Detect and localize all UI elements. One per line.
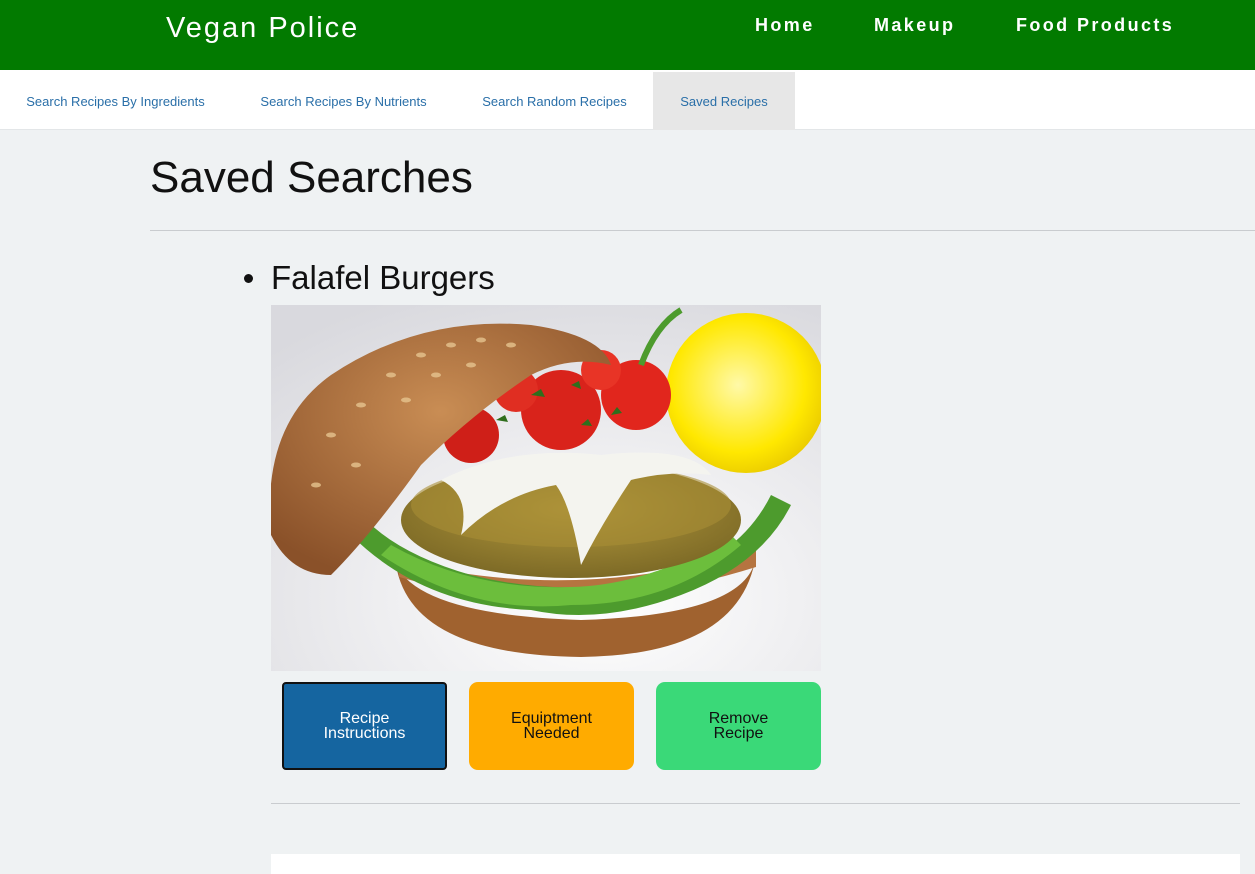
nav-home-link[interactable]: Home [755, 15, 815, 36]
page-title: Saved Searches [150, 153, 473, 202]
recipe-image [271, 305, 821, 671]
next-recipe-card [271, 854, 1240, 874]
brand-title[interactable]: Vegan Police [166, 12, 359, 45]
tab-search-by-nutrients[interactable]: Search Recipes By Nutrients [231, 72, 456, 130]
falafel-burger-illustration [271, 305, 821, 671]
equipment-needed-button[interactable]: Equiptment Needed [469, 682, 634, 770]
nav-makeup-link[interactable]: Makeup [874, 15, 955, 36]
recipe-divider [271, 803, 1240, 804]
nav-food-products-link[interactable]: Food Products [1016, 15, 1174, 36]
list-bullet [244, 274, 253, 283]
recipe-subnav: Search Recipes By Ingredients Search Rec… [0, 70, 1255, 130]
tab-saved-recipes[interactable]: Saved Recipes [653, 72, 795, 130]
title-divider [150, 230, 1255, 231]
tab-search-by-ingredients[interactable]: Search Recipes By Ingredients [0, 72, 231, 130]
recipe-instructions-button[interactable]: Recipe Instructions [282, 682, 447, 770]
recipe-title: Falafel Burgers [271, 259, 495, 296]
tab-search-random[interactable]: Search Random Recipes [456, 72, 653, 130]
remove-recipe-button[interactable]: Remove Recipe [656, 682, 821, 770]
top-navbar: Vegan Police Home Makeup Food Products [0, 0, 1255, 70]
